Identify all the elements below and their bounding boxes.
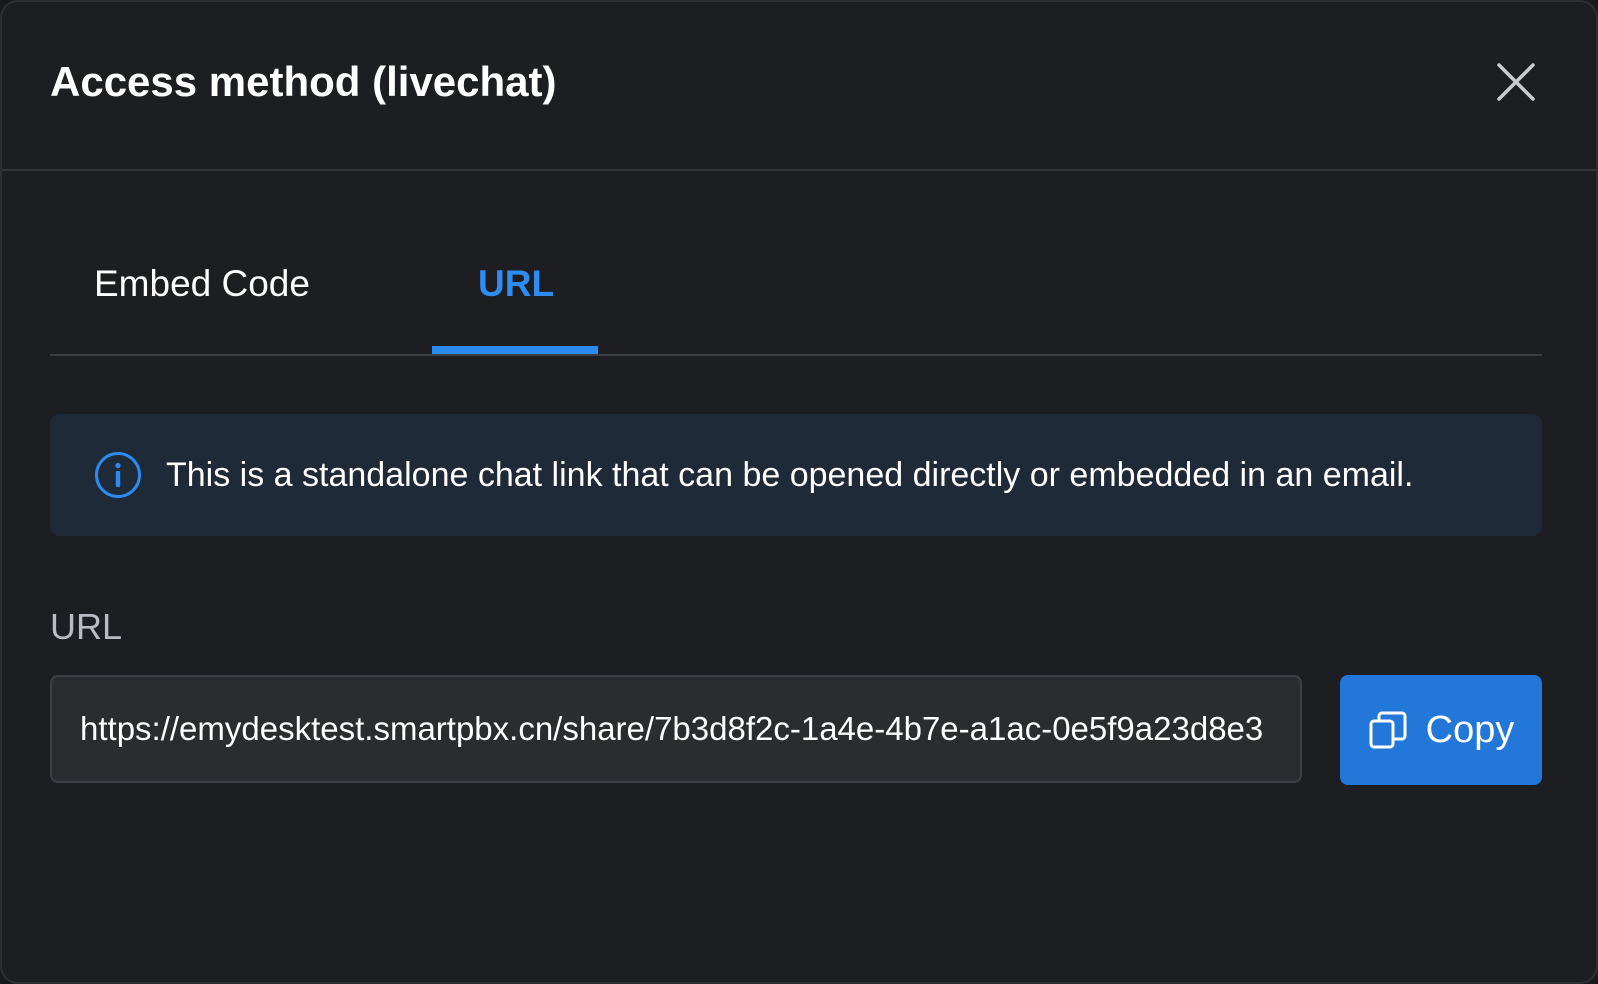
tab-embed-code[interactable]: Embed Code [94,262,310,306]
dialog-header: Access method (livechat) [2,2,1596,171]
info-text: This is a standalone chat link that can … [166,456,1414,494]
tab-url[interactable]: URL [478,262,554,306]
active-tab-indicator [432,346,598,354]
copy-button[interactable]: Copy [1340,675,1542,785]
info-banner: This is a standalone chat link that can … [50,414,1542,536]
tab-bar: Embed Code URL [50,232,1542,356]
copy-button-label: Copy [1425,709,1515,751]
dialog-title: Access method (livechat) [50,58,557,105]
copy-icon [1369,711,1407,749]
url-input[interactable] [50,675,1302,783]
close-icon [1497,63,1535,101]
close-button[interactable] [1492,58,1540,106]
access-method-dialog: Access method (livechat) Embed Code URL … [0,0,1598,984]
url-field-label: URL [50,606,123,647]
info-icon [95,452,141,498]
